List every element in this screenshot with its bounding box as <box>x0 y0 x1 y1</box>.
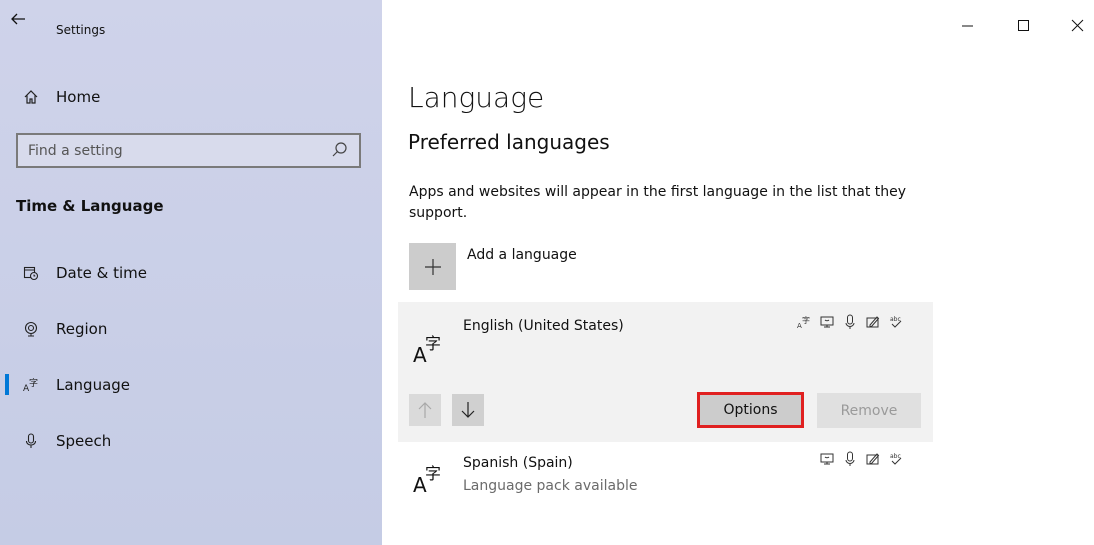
close-icon <box>1071 19 1084 32</box>
arrow-down-icon <box>461 402 475 418</box>
speech-recognition-icon <box>843 314 857 330</box>
svg-text:abc: abc <box>890 453 901 460</box>
sidebar-item-label: Home <box>56 88 101 106</box>
language-glyph-icon: A 字 <box>413 464 441 496</box>
move-up-button[interactable] <box>409 394 441 426</box>
handwriting-icon <box>866 451 880 467</box>
remove-button[interactable]: Remove <box>817 393 921 428</box>
svg-text:字: 字 <box>425 464 441 483</box>
language-glyph-icon: A 字 <box>413 334 441 366</box>
search-box[interactable] <box>16 133 361 168</box>
back-arrow-icon <box>11 13 25 25</box>
language-status: Language pack available <box>463 478 638 494</box>
minimize-button[interactable] <box>956 16 980 36</box>
maximize-button[interactable] <box>1012 16 1036 36</box>
spell-check-icon: abc <box>889 314 903 330</box>
move-down-button[interactable] <box>452 394 484 426</box>
sidebar-item-label: Region <box>56 320 108 338</box>
sidebar-item-home[interactable]: Home <box>0 77 382 117</box>
svg-text:字: 字 <box>802 315 810 325</box>
section-subtitle: Preferred languages <box>408 130 610 154</box>
language-icon: A字 <box>22 376 40 394</box>
add-language-label: Add a language <box>467 247 577 263</box>
speech-recognition-icon <box>843 451 857 467</box>
plus-icon <box>409 243 456 290</box>
language-name: Spanish (Spain) <box>463 455 573 471</box>
globe-icon <box>22 320 40 338</box>
sidebar-item-label: Date & time <box>56 264 147 282</box>
sidebar-item-label: Language <box>56 376 131 394</box>
svg-text:字: 字 <box>425 334 441 353</box>
language-features: abc <box>820 451 903 467</box>
language-name: English (United States) <box>463 318 624 334</box>
page-title: Language <box>408 81 545 114</box>
svg-text:字: 字 <box>29 377 38 389</box>
close-button[interactable] <box>1066 16 1090 36</box>
svg-text:abc: abc <box>890 316 901 323</box>
display-language-icon: A字 <box>797 314 811 330</box>
sidebar: Settings Home Time & Language Date & tim… <box>0 0 382 545</box>
sidebar-item-date-time[interactable]: Date & time <box>0 253 382 293</box>
text-to-speech-icon <box>820 314 834 330</box>
sidebar-item-speech[interactable]: Speech <box>0 421 382 461</box>
options-button[interactable]: Options <box>697 392 804 428</box>
active-indicator <box>5 374 9 395</box>
home-icon <box>22 88 40 106</box>
title-bar: Settings <box>0 0 382 42</box>
sidebar-item-label: Speech <box>56 432 112 450</box>
section-heading: Time & Language <box>16 197 164 215</box>
microphone-icon <box>22 432 40 450</box>
calendar-clock-icon <box>22 264 40 282</box>
search-input[interactable] <box>18 135 331 166</box>
handwriting-icon <box>866 314 880 330</box>
back-button[interactable] <box>10 11 36 31</box>
arrow-up-icon <box>418 402 432 418</box>
description-text: Apps and websites will appear in the fir… <box>409 184 907 221</box>
text-to-speech-icon <box>820 451 834 467</box>
language-features: A字 abc <box>797 314 903 330</box>
sidebar-item-region[interactable]: Region <box>0 309 382 349</box>
minimize-icon <box>962 25 973 27</box>
window-title: Settings <box>56 23 106 37</box>
spell-check-icon: abc <box>889 451 903 467</box>
maximize-icon <box>1018 20 1029 31</box>
sidebar-item-language[interactable]: A字 Language <box>0 365 382 405</box>
add-language-button[interactable]: Add a language <box>409 243 577 290</box>
search-icon[interactable] <box>331 141 351 161</box>
